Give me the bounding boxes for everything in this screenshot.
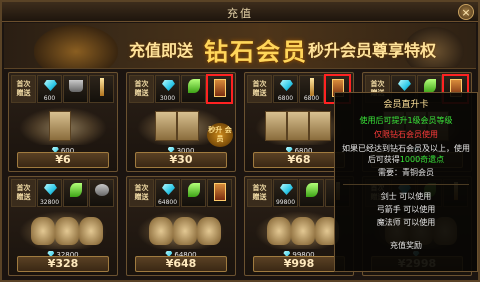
- tooltip-line-3b: 1000奇遗点: [399, 155, 445, 164]
- price-button[interactable]: ¥30: [135, 152, 227, 168]
- reward-image: [19, 211, 107, 249]
- item-count: 600: [43, 95, 56, 102]
- title-bar: 充值 ×: [2, 2, 478, 22]
- tooltip-job-1: 剑士 可以使用: [380, 192, 432, 201]
- price-button[interactable]: ¥648: [135, 256, 227, 272]
- gift-item-slot[interactable]: 3000: [155, 75, 180, 103]
- tooltip-job-3: 魔法师 可以使用: [376, 218, 436, 227]
- treasure-chest-icon: [34, 25, 118, 68]
- reward-image: [137, 211, 225, 249]
- gift-item-slot[interactable]: [206, 74, 233, 104]
- instant-vip-badge: 秒升 会员: [207, 123, 233, 147]
- gift-items: 首次 赠送 64800: [129, 179, 233, 209]
- gift-item-slot[interactable]: 600: [37, 75, 62, 103]
- tooltip-divider: [343, 184, 469, 185]
- tooltip-line-4: 需要：青铜会员: [378, 168, 434, 177]
- reward-image: [255, 107, 343, 145]
- gift-items: 首次 赠送 32800: [11, 179, 115, 209]
- item-count: 3000: [159, 95, 176, 102]
- gift-item-slot[interactable]: [89, 75, 114, 103]
- item-count: 6800: [277, 95, 294, 102]
- item-count: 64800: [157, 199, 178, 206]
- tooltip-job-2: 弓箭手 可以使用: [376, 205, 436, 214]
- item-tooltip: 会员直升卡 使用后可提升1级会员等级 仅限钻石会员使用 如果已经达到钻石会员及以…: [334, 92, 478, 272]
- item-count: 99800: [275, 199, 296, 206]
- gift-item-slot[interactable]: [181, 179, 206, 207]
- banner-text-3: 秒升会员尊享特权: [308, 41, 437, 60]
- gift-item-slot[interactable]: 32800: [37, 179, 62, 207]
- item-count: 6800: [303, 95, 320, 102]
- first-gift-label: 首次 赠送: [247, 179, 272, 207]
- gift-item-slot[interactable]: [299, 179, 324, 207]
- gift-items: 首次 赠送 3000: [129, 74, 233, 105]
- recharge-card[interactable]: 首次 赠送 32800 32800 ¥328: [8, 176, 118, 276]
- tooltip-line-2: 仅限钻石会员使用: [374, 130, 438, 139]
- tooltip-line-1: 使用后可提升1级会员等级: [359, 116, 453, 125]
- banner-text-1: 充值即送: [129, 41, 194, 60]
- price-button[interactable]: ¥328: [17, 256, 109, 272]
- close-button[interactable]: ×: [458, 4, 474, 20]
- first-gift-label: 首次 赠送: [129, 75, 154, 103]
- reward-image: [255, 211, 343, 249]
- gift-item-slot[interactable]: [63, 75, 88, 103]
- gift-item-slot[interactable]: 6800: [273, 75, 298, 103]
- item-count: 32800: [39, 199, 60, 206]
- recharge-card[interactable]: 首次 赠送 600 600 ¥6: [8, 72, 118, 172]
- gift-item-slot[interactable]: [89, 179, 114, 207]
- window-title: 充值: [227, 7, 253, 20]
- first-gift-label: 首次 赠送: [11, 179, 36, 207]
- price-button[interactable]: ¥998: [253, 256, 345, 272]
- first-gift-label: 首次 赠送: [247, 75, 272, 103]
- tooltip-line-3: 如果已经达到钻石会员及以上，使用后可获得1000奇遗点: [335, 143, 477, 165]
- gift-items: 首次 赠送 600: [11, 75, 115, 105]
- recharge-card[interactable]: 首次 赠送 3000 秒升 会员 3000 ¥30: [126, 72, 236, 172]
- tooltip-title: 会员直升卡: [383, 100, 429, 110]
- gift-item-slot[interactable]: 99800: [273, 179, 298, 207]
- gift-item-slot[interactable]: [63, 179, 88, 207]
- gift-item-slot[interactable]: 6800: [299, 75, 324, 103]
- price-button[interactable]: ¥6: [17, 152, 109, 168]
- gift-item-slot[interactable]: [181, 75, 206, 103]
- price-button[interactable]: ¥68: [253, 152, 345, 168]
- gift-item-slot[interactable]: 64800: [155, 179, 180, 207]
- tooltip-footer: 充值奖励: [390, 241, 422, 250]
- promo-banner: 充值即送 钻石会员 秒升会员尊享特权: [4, 23, 476, 69]
- first-gift-label: 首次 赠送: [129, 179, 154, 207]
- recharge-card[interactable]: 首次 赠送 64800 64800 ¥648: [126, 176, 236, 276]
- reward-image: [19, 107, 107, 145]
- first-gift-label: 首次 赠送: [11, 75, 36, 103]
- banner-text-2: 钻石会员: [204, 38, 308, 66]
- gift-item-slot[interactable]: [207, 179, 232, 207]
